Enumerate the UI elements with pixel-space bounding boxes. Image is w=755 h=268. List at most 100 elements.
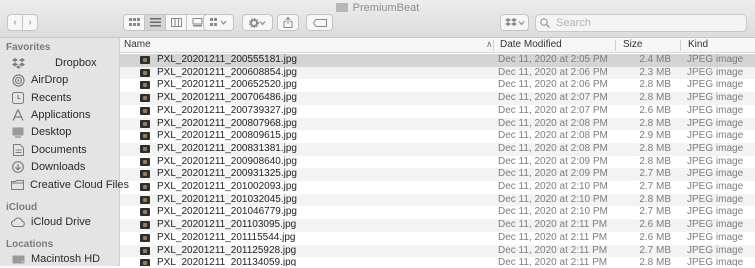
column-header-size[interactable]: Size (623, 39, 642, 50)
sidebar-item-dropbox[interactable]: Dropbox (0, 54, 120, 72)
file-name: PXL_20201211_201002093.jpg (157, 181, 297, 192)
file-name: PXL_20201211_201046779.jpg (157, 206, 297, 218)
folder-icon (335, 3, 348, 12)
list-view-button[interactable] (145, 15, 166, 30)
file-size: 2.8 MB (639, 257, 671, 266)
toolbar: PremiumBeat ‹ › (0, 0, 755, 38)
file-name: PXL_20201211_200807968.jpg (157, 117, 297, 129)
file-kind: JPEG image (687, 92, 744, 104)
table-row[interactable]: PXL_20201211_201134059.jpg Dec 11, 2020 a… (120, 257, 755, 266)
back-button[interactable]: ‹ (7, 14, 23, 31)
column-view-icon (170, 18, 182, 27)
dropbox-button[interactable] (500, 14, 529, 31)
file-date: Dec 11, 2020 at 2:08 PM (498, 130, 608, 142)
sidebar-item-label: Documents (31, 144, 87, 156)
icon-view-icon (128, 18, 140, 26)
file-kind: JPEG image (687, 168, 744, 180)
table-row[interactable]: PXL_20201211_200908640.jpg Dec 11, 2020 a… (120, 156, 755, 169)
table-row[interactable]: PXL_20201211_200809615.jpg Dec 11, 2020 a… (120, 130, 755, 143)
file-date: Dec 11, 2020 at 2:10 PM (498, 181, 608, 192)
file-kind: JPEG image (687, 117, 744, 129)
file-date: Dec 11, 2020 at 2:10 PM (498, 193, 608, 205)
file-kind: JPEG image (687, 257, 744, 266)
favorites-header: Favorites (6, 42, 51, 53)
file-kind: JPEG image (687, 231, 744, 243)
sidebar-item-label: Recents (31, 92, 72, 104)
file-name: PXL_20201211_201115544.jpg (157, 231, 296, 243)
column-header-name[interactable]: Name (124, 39, 151, 50)
locations-header: Locations (6, 239, 54, 250)
column-view-button[interactable] (166, 15, 187, 30)
file-name: PXL_20201211_200706486.jpg (157, 92, 297, 104)
share-icon (283, 17, 293, 28)
share-button[interactable] (277, 14, 299, 31)
search-field[interactable] (535, 14, 747, 32)
file-date: Dec 11, 2020 at 2:05 PM (498, 54, 608, 65)
table-row[interactable]: PXL_20201211_200739327.jpg Dec 11, 2020 a… (120, 105, 755, 118)
table-row[interactable]: PXL_20201211_200555181.jpg Dec 11, 2020 a… (120, 54, 755, 67)
file-kind: JPEG image (687, 193, 744, 205)
file-name: PXL_20201211_200809615.jpg (157, 130, 297, 142)
table-row[interactable]: PXL_20201211_200706486.jpg Dec 11, 2020 a… (120, 92, 755, 105)
action-button[interactable] (242, 14, 273, 31)
sidebar-item-applications[interactable]: Applications (0, 106, 120, 124)
sidebar-item-downloads[interactable]: Downloads (0, 158, 120, 176)
file-name: PXL_20201211_200652520.jpg (157, 79, 297, 91)
file-date: Dec 11, 2020 at 2:11 PM (498, 257, 608, 266)
airdrop-icon (11, 73, 25, 87)
documents-icon (11, 144, 25, 157)
file-name: PXL_20201211_201032045.jpg (157, 193, 297, 205)
table-row[interactable]: PXL_20201211_200931325.jpg Dec 11, 2020 a… (120, 168, 755, 181)
dropbox-icon (11, 57, 25, 70)
icloud-icon (11, 216, 25, 229)
column-header-date[interactable]: Date Modified (500, 39, 562, 50)
file-size: 2.8 MB (639, 92, 671, 104)
column-divider[interactable] (680, 40, 681, 51)
table-row[interactable]: PXL_20201211_200652520.jpg Dec 11, 2020 a… (120, 79, 755, 92)
sidebar-item-desktop[interactable]: Desktop (0, 123, 120, 141)
column-divider[interactable] (615, 40, 616, 51)
file-date: Dec 11, 2020 at 2:06 PM (498, 79, 608, 91)
window-title: PremiumBeat (0, 2, 755, 14)
search-input[interactable] (554, 16, 738, 30)
group-by-button[interactable] (203, 14, 234, 31)
file-name: PXL_20201211_201103095.jpg (157, 219, 297, 231)
forward-button[interactable]: › (22, 14, 38, 31)
table-row[interactable]: PXL_20201211_200807968.jpg Dec 11, 2020 a… (120, 117, 755, 131)
sidebar-item-airdrop[interactable]: AirDrop (0, 71, 120, 89)
table-row[interactable]: PXL_20201211_201002093.jpg Dec 11, 2020 a… (120, 181, 755, 194)
sidebar-item-creative-cloud-files[interactable]: Creative Cloud Files (0, 176, 129, 194)
sidebar-item-icloud-drive[interactable]: iCloud Drive (0, 213, 120, 231)
table-row[interactable]: PXL_20201211_201046779.jpg Dec 11, 2020 a… (120, 206, 755, 219)
table-row[interactable]: PXL_20201211_200831381.jpg Dec 11, 2020 a… (120, 142, 755, 156)
table-row[interactable]: PXL_20201211_201115544.jpg Dec 11, 2020 a… (120, 232, 755, 245)
sidebar-item-label: Creative Cloud Files (30, 179, 130, 191)
tags-button[interactable] (306, 14, 333, 31)
file-size: 2.9 MB (639, 130, 671, 142)
jpeg-file-icon (140, 132, 150, 141)
sidebar-item-documents[interactable]: Documents (0, 141, 120, 159)
file-size: 2.8 MB (639, 142, 671, 154)
jpeg-file-icon (140, 195, 150, 204)
file-kind: JPEG image (687, 181, 744, 192)
table-row[interactable]: PXL_20201211_201125928.jpg Dec 11, 2020 a… (120, 244, 755, 258)
file-list: Name ∧ Date Modified Size Kind PXL_20201… (120, 38, 755, 266)
jpeg-file-icon (140, 233, 150, 242)
table-row[interactable]: PXL_20201211_201032045.jpg Dec 11, 2020 a… (120, 193, 755, 207)
table-row[interactable]: PXL_20201211_201103095.jpg Dec 11, 2020 a… (120, 219, 755, 232)
file-size: 2.8 MB (639, 117, 671, 129)
file-date: Dec 11, 2020 at 2:09 PM (498, 155, 608, 167)
gear-icon (248, 17, 265, 28)
sidebar-item-recents[interactable]: Recents (0, 89, 120, 107)
column-header-kind[interactable]: Kind (688, 39, 708, 50)
table-row[interactable]: PXL_20201211_200608854.jpg Dec 11, 2020 a… (120, 66, 755, 80)
file-name: PXL_20201211_201134059.jpg (157, 257, 297, 266)
file-size: 2.6 MB (639, 219, 671, 231)
file-name: PXL_20201211_200931325.jpg (157, 168, 297, 180)
jpeg-file-icon (140, 94, 150, 103)
file-name: PXL_20201211_200908640.jpg (157, 155, 297, 167)
file-date: Dec 11, 2020 at 2:09 PM (498, 168, 608, 180)
column-divider[interactable] (493, 40, 494, 51)
icon-view-button[interactable] (124, 15, 145, 30)
sidebar-item-macintosh-hd[interactable]: Macintosh HD (0, 250, 120, 268)
